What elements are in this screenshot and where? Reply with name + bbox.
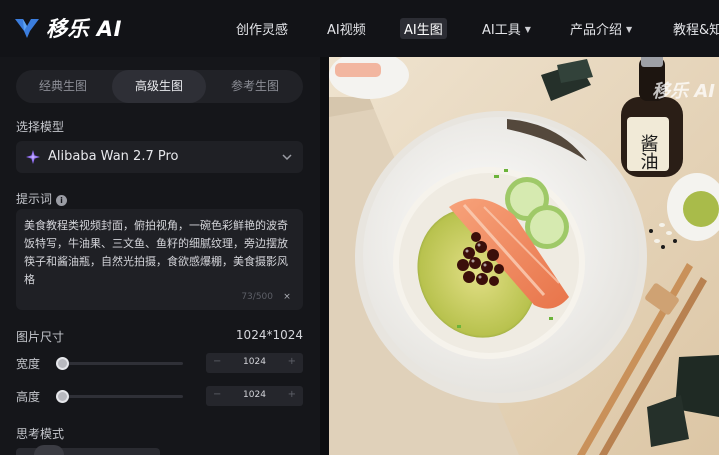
model-select[interactable]: Alibaba Wan 2.7 Pro — [16, 141, 303, 173]
height-stepper[interactable]: − 1024 + — [206, 386, 303, 406]
nav-item-ai-video[interactable]: AI视频 — [327, 19, 366, 38]
nav-item-label: AI工具 — [482, 23, 521, 38]
panel-divider — [320, 57, 329, 455]
height-slider-row: 高度 − 1024 + — [16, 386, 303, 406]
tab-advanced[interactable]: 高级生图 — [112, 70, 206, 103]
nav-item-ai-tools[interactable]: AI工具 ▼ — [482, 19, 531, 38]
thinking-mode-knob[interactable] — [34, 445, 64, 455]
tab-classic[interactable]: 经典生图 — [16, 70, 110, 103]
model-selected-value: Alibaba Wan 2.7 Pro — [48, 149, 179, 164]
width-slider-thumb[interactable] — [56, 357, 69, 370]
width-stepper[interactable]: − 1024 + — [206, 353, 303, 373]
nav-item-label: AI生图 — [404, 23, 443, 38]
prompt-text[interactable]: 美食教程类视频封面，俯拍视角，一碗色彩鲜艳的波奇饭特写，牛油果、三文鱼、鱼籽的细… — [24, 217, 298, 289]
height-slider-track[interactable] — [56, 390, 183, 403]
top-navbar: 移乐 AI 创作灵感 AI视频 AI生图 AI工具 ▼ 产品介绍 ▼ 教程&知 — [0, 0, 719, 57]
poke-bowl-image: 酱油 — [329, 57, 719, 455]
width-label: 宽度 — [16, 357, 41, 371]
bottle-label-text: 酱油 — [638, 134, 659, 170]
nav-item-tutorials[interactable]: 教程&知 — [673, 19, 719, 38]
nav-item-label: 产品介绍 — [570, 23, 623, 38]
thinking-mode-label: 思考模式 — [16, 427, 65, 441]
model-section-label: 选择模型 — [16, 120, 65, 134]
prompt-char-counter: 73/500 — [241, 292, 273, 302]
width-slider-row: 宽度 − 1024 + — [16, 353, 303, 373]
brand-logo[interactable]: 移乐 AI — [14, 14, 122, 42]
size-section-label: 图片尺寸 — [16, 330, 65, 344]
nav-item-ai-image[interactable]: AI生图 — [400, 18, 447, 39]
chevron-down-icon — [282, 154, 292, 161]
height-slider-thumb[interactable] — [56, 390, 69, 403]
prompt-label-text: 提示词 — [16, 192, 53, 206]
settings-panel: 经典生图 高级生图 参考生图 选择模型 Alibaba Wan 2.7 Pro … — [0, 57, 320, 455]
width-plus-button[interactable]: + — [288, 356, 296, 367]
height-label: 高度 — [16, 390, 41, 404]
nav-item-products[interactable]: 产品介绍 ▼ — [570, 19, 632, 38]
height-plus-button[interactable]: + — [288, 389, 296, 400]
tab-reference[interactable]: 参考生图 — [208, 70, 302, 103]
prompt-section-label: 提示词 i — [16, 190, 68, 207]
clear-icon[interactable]: × — [281, 291, 293, 303]
prompt-textarea[interactable]: 美食教程类视频封面，俯拍视角，一碗色彩鲜艳的波奇饭特写，牛油果、三文鱼、鱼籽的细… — [16, 209, 303, 310]
nav-item-inspiration[interactable]: 创作灵感 — [236, 19, 288, 38]
nav-item-label: AI视频 — [327, 23, 366, 38]
caret-down-icon: ▼ — [626, 25, 633, 34]
mode-tabs: 经典生图 高级生图 参考生图 — [16, 70, 303, 103]
watermark: 移乐 AI — [652, 81, 715, 102]
brand-mark-icon — [15, 19, 39, 38]
size-value: 1024*1024 — [235, 328, 303, 342]
caret-down-icon: ▼ — [524, 25, 531, 34]
info-icon[interactable]: i — [56, 195, 68, 206]
width-slider-track[interactable] — [56, 357, 183, 370]
sparkle-icon — [26, 150, 40, 164]
brand-name: 移乐 AI — [46, 17, 122, 41]
generated-image-preview[interactable]: 酱油 移乐 AI — [329, 57, 719, 455]
nav-item-label: 教程&知 — [673, 23, 719, 38]
nav-item-label: 创作灵感 — [236, 23, 289, 38]
